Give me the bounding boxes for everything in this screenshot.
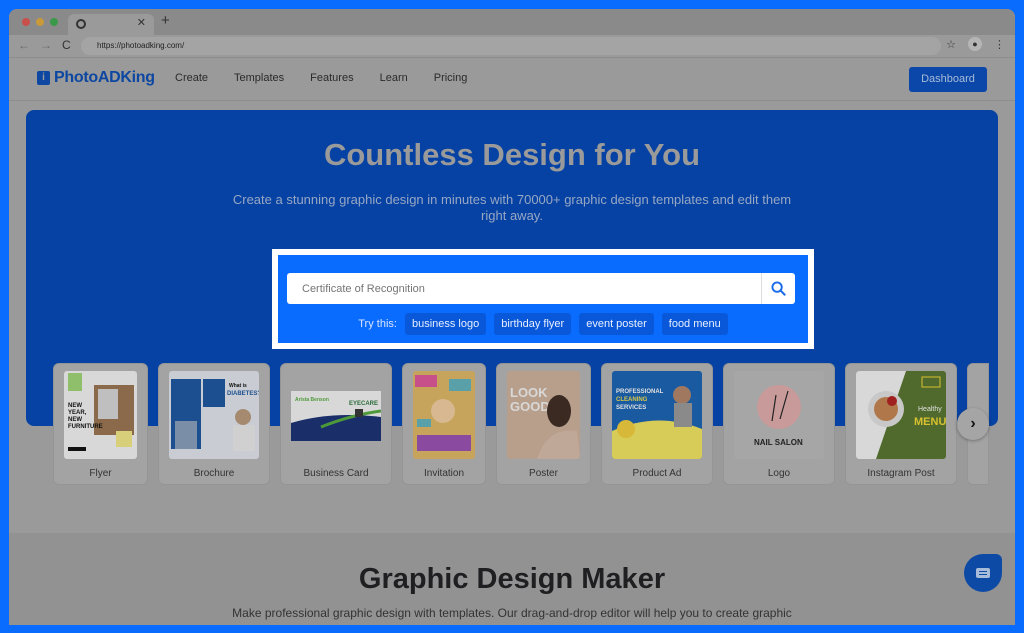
search-panel: Try this: business logo birthday flyer e… xyxy=(272,249,814,349)
hero-subtitle: Create a stunning graphic design in minu… xyxy=(232,192,792,223)
logo-text: PhotoADKing xyxy=(54,69,155,86)
graphic-design-maker-section: Graphic Design Maker Make professional g… xyxy=(9,533,1015,625)
suggestion-row: Try this: business logo birthday flyer e… xyxy=(278,313,808,335)
new-tab-button[interactable]: + xyxy=(161,12,170,29)
search-icon xyxy=(771,281,786,296)
back-icon[interactable]: ← xyxy=(18,38,30,52)
section-title: Graphic Design Maker xyxy=(358,563,666,595)
invitation-thumbnail xyxy=(413,371,475,459)
hero-title: Countless Design for You xyxy=(323,137,701,172)
logo-thumbnail: NAIL SALON xyxy=(734,371,824,459)
bookmark-star-icon[interactable]: ☆ xyxy=(946,38,956,51)
flyer-thumbnail: NEW YEAR, NEW FURNITURE xyxy=(64,371,137,459)
suggestion-chip[interactable]: event poster xyxy=(579,313,654,335)
minimize-window-button[interactable] xyxy=(36,18,44,26)
address-bar[interactable]: https://photoadking.com/ xyxy=(81,37,941,55)
chevron-right-icon: › xyxy=(970,415,976,432)
svg-text:EYECARE: EYECARE xyxy=(349,401,378,407)
search-input[interactable] xyxy=(302,273,752,304)
maximize-window-button[interactable] xyxy=(50,18,58,26)
svg-text:MENU: MENU xyxy=(914,416,946,428)
chat-icon xyxy=(976,568,990,578)
category-label: Instagram Post xyxy=(867,468,935,479)
category-label: Flyer xyxy=(89,468,112,479)
suggestion-chip[interactable]: business logo xyxy=(404,313,487,335)
section-subtitle: Make professional graphic design with te… xyxy=(232,606,792,620)
nav-pricing[interactable]: Pricing xyxy=(434,72,468,84)
profile-icon[interactable]: ● xyxy=(968,37,982,51)
poster-thumbnail: LOOK GOOD xyxy=(507,371,580,459)
forward-icon[interactable]: → xyxy=(40,38,52,52)
logo-mark-icon: i xyxy=(37,71,50,85)
reload-icon[interactable]: C xyxy=(62,38,71,52)
category-card-poster[interactable]: LOOK GOOD Poster xyxy=(497,364,590,484)
close-window-button[interactable] xyxy=(22,18,30,26)
nav-learn[interactable]: Learn xyxy=(380,72,408,84)
category-card-instagram-post[interactable]: Healthy MENU Instagram Post xyxy=(846,364,956,484)
svg-text:What is: What is xyxy=(229,383,247,389)
search-box xyxy=(287,273,795,304)
brochure-thumbnail: What is DIABETES? xyxy=(169,371,259,459)
carousel-next-button[interactable]: › xyxy=(957,408,989,440)
dashboard-button[interactable]: Dashboard xyxy=(909,67,987,92)
category-card-product-ad[interactable]: PROFESSIONAL CLEANING SERVICES Product A… xyxy=(602,364,712,484)
suggestion-chip[interactable]: food menu xyxy=(661,313,728,335)
svg-text:GOOD: GOOD xyxy=(510,399,550,414)
site-header: i PhotoADKing Create Templates Features … xyxy=(9,58,1015,101)
svg-text:NAIL SALON: NAIL SALON xyxy=(754,438,803,447)
category-card-invitation[interactable]: Invitation xyxy=(403,364,485,484)
svg-text:Healthy: Healthy xyxy=(918,406,942,413)
svg-text:PROFESSIONAL: PROFESSIONAL xyxy=(616,389,664,395)
nav-create[interactable]: Create xyxy=(175,72,208,84)
svg-text:NEW: NEW xyxy=(68,417,82,423)
svg-text:SERVICES: SERVICES xyxy=(616,405,646,411)
svg-text:Arista Benson: Arista Benson xyxy=(295,397,329,403)
browser-toolbar: ← → C https://photoadking.com/ ☆ ● ⋮ xyxy=(9,35,1015,58)
product-ad-thumbnail: PROFESSIONAL CLEANING SERVICES xyxy=(612,371,702,459)
category-card-business-card[interactable]: Arista Benson EYECARE Business Card xyxy=(281,364,391,484)
category-label: Business Card xyxy=(303,468,369,479)
tab-strip: ✕ + xyxy=(9,9,1015,35)
category-card-flyer[interactable]: NEW YEAR, NEW FURNITURE Flyer xyxy=(54,364,147,484)
svg-text:CLEANING: CLEANING xyxy=(616,397,648,403)
chat-button[interactable] xyxy=(964,554,1002,592)
category-label: Product Ad xyxy=(632,468,682,479)
close-tab-icon[interactable]: ✕ xyxy=(137,16,146,29)
category-card-brochure[interactable]: What is DIABETES? Brochure xyxy=(159,364,269,484)
category-label: Brochure xyxy=(193,468,235,479)
window-controls xyxy=(22,18,58,26)
browser-tab[interactable]: ✕ xyxy=(68,14,154,35)
svg-text:DIABETES?: DIABETES? xyxy=(227,391,259,397)
category-label: Logo xyxy=(767,468,791,479)
category-card-logo[interactable]: NAIL SALON Logo xyxy=(724,364,834,484)
page-content: Countless Design for You Create a stunni… xyxy=(9,101,1015,625)
svg-text:FURNITURE: FURNITURE xyxy=(68,424,103,430)
browser-menu-icon[interactable]: ⋮ xyxy=(994,38,1005,51)
chrome-favicon-icon xyxy=(76,19,86,29)
search-button[interactable] xyxy=(761,273,795,304)
category-carousel: NEW YEAR, NEW FURNITURE Flyer What is DI… xyxy=(54,364,988,484)
nav-templates[interactable]: Templates xyxy=(234,72,284,84)
nav-features[interactable]: Features xyxy=(310,72,353,84)
svg-text:YEAR,: YEAR, xyxy=(68,410,87,416)
category-label: Invitation xyxy=(423,468,465,479)
category-label: Poster xyxy=(529,468,558,479)
suggestion-chip[interactable]: birthday flyer xyxy=(494,313,572,335)
site-logo[interactable]: i PhotoADKing xyxy=(37,69,155,87)
instagram-post-thumbnail: Healthy MENU xyxy=(856,371,946,459)
svg-text:NEW: NEW xyxy=(68,403,82,409)
try-this-label: Try this: xyxy=(358,318,397,330)
svg-text:LOOK: LOOK xyxy=(510,385,548,400)
main-nav: Create Templates Features Learn Pricing xyxy=(175,72,467,84)
browser-window: ✕ + ← → C https://photoadking.com/ ☆ ● ⋮… xyxy=(9,9,1015,625)
business-card-thumbnail: Arista Benson EYECARE xyxy=(291,371,381,459)
